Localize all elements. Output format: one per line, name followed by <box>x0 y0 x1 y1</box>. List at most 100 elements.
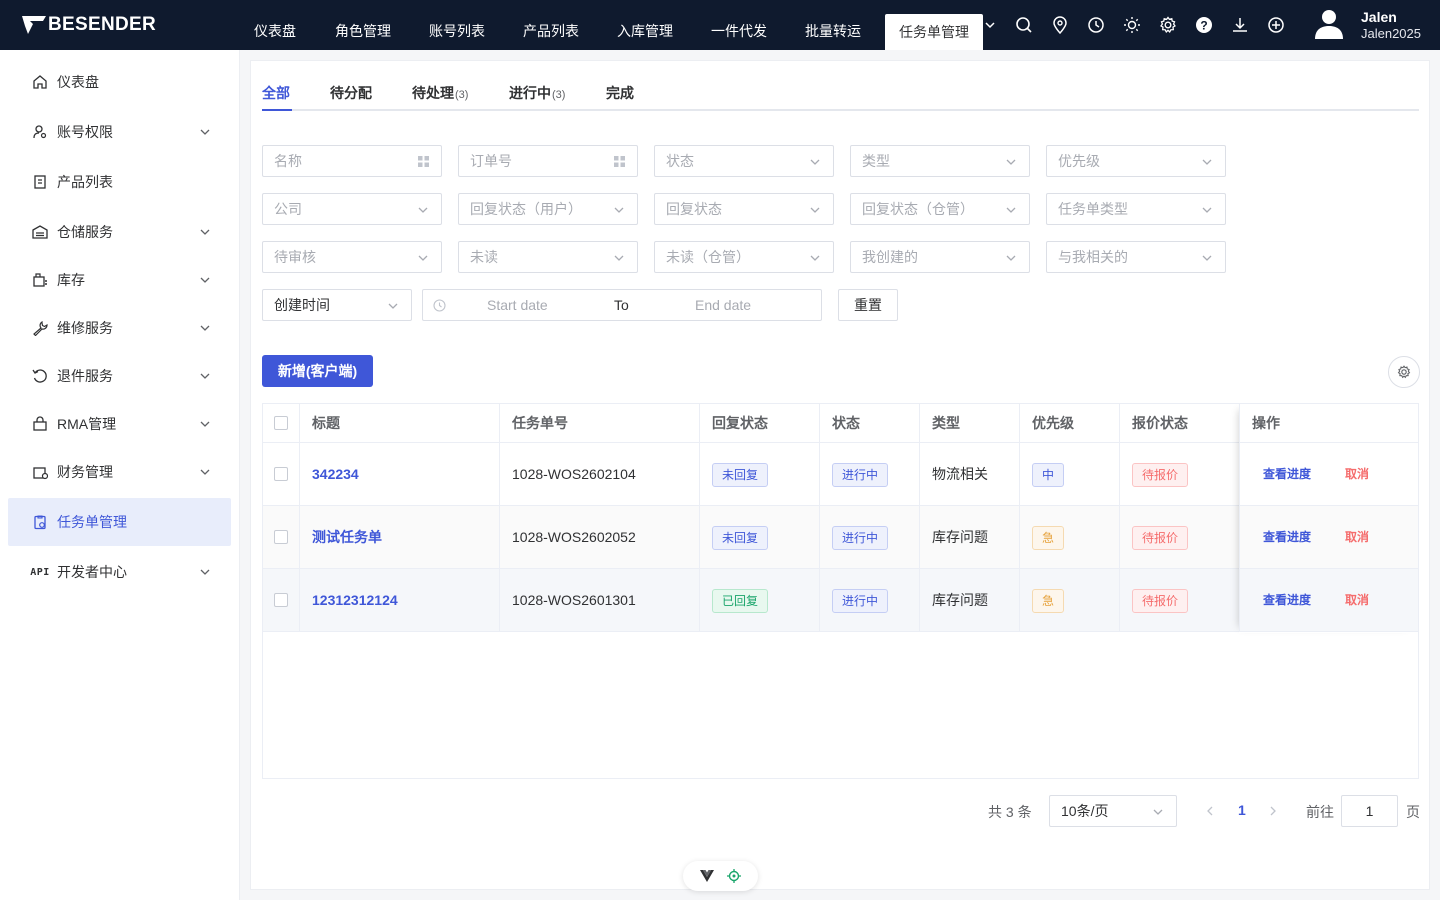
nav-accounts[interactable]: 账号列表 <box>429 0 485 50</box>
history-icon[interactable] <box>1087 16 1105 34</box>
brand-name: BESENDER <box>48 14 156 35</box>
time-field-select[interactable]: 创建时间 <box>262 289 412 321</box>
user-id: Jalen2025 <box>1361 26 1421 41</box>
grid-icon <box>614 156 625 167</box>
filter-priority-select[interactable]: 优先级 <box>1046 145 1226 177</box>
sidebar: 仪表盘 账号权限 产品列表 仓储服务 库存 维修服务 退件服务 RMA管理 财务… <box>0 50 240 900</box>
active-tab-indicator <box>262 109 292 111</box>
sidebar-item-returns[interactable]: 退件服务 <box>8 352 231 400</box>
type-cell: 库存问题 <box>920 506 1020 568</box>
chevron-down-icon <box>1153 809 1163 815</box>
sidebar-item-rma[interactable]: RMA管理 <box>8 400 231 448</box>
filter-reply-status-warehouse-select[interactable]: 回复状态（仓管） <box>850 193 1030 225</box>
user-key-icon <box>31 123 49 141</box>
floating-toolbar[interactable] <box>683 861 758 891</box>
tab-in-progress[interactable]: 进行中(3) <box>509 83 565 103</box>
next-page-icon[interactable] <box>1267 805 1279 817</box>
select-all-checkbox[interactable] <box>274 416 288 430</box>
nav-roles[interactable]: 角色管理 <box>335 0 391 50</box>
filter-status-select[interactable]: 状态 <box>654 145 834 177</box>
task-title-link[interactable]: 测试任务单 <box>312 529 382 545</box>
nav-products[interactable]: 产品列表 <box>523 0 579 50</box>
reset-button[interactable]: 重置 <box>838 289 898 321</box>
goto-page-input[interactable]: 1 <box>1341 795 1398 827</box>
chevron-down-icon <box>200 129 210 135</box>
sidebar-item-finance[interactable]: 财务管理 <box>8 448 231 496</box>
sidebar-item-label: 维修服务 <box>57 320 113 336</box>
add-client-task-button[interactable]: 新增(客户端) <box>262 355 373 387</box>
page-size-select[interactable]: 10条/页 <box>1049 795 1177 827</box>
tab-unassigned[interactable]: 待分配 <box>330 83 372 103</box>
sidebar-item-account-permissions[interactable]: 账号权限 <box>8 108 231 156</box>
col-task-no[interactable]: 任务单号 <box>500 404 700 443</box>
tab-pending[interactable]: 待处理(3) <box>412 83 468 103</box>
sidebar-item-label: 开发者中心 <box>57 564 127 580</box>
nav-dropship[interactable]: 一件代发 <box>711 0 767 50</box>
filter-unread-select[interactable]: 未读 <box>458 241 638 273</box>
start-date-input[interactable]: Start date <box>487 297 548 313</box>
nav-batch-transfer[interactable]: 批量转运 <box>805 0 861 50</box>
date-range-picker[interactable]: Start date To End date <box>422 289 822 321</box>
row-checkbox[interactable] <box>274 530 288 544</box>
vue-logo-icon[interactable] <box>699 870 714 882</box>
warehouse-icon <box>31 223 49 241</box>
row-checkbox[interactable] <box>274 593 288 607</box>
sidebar-item-label: 产品列表 <box>57 174 113 190</box>
filter-name-input[interactable]: 名称 <box>262 145 442 177</box>
search-icon[interactable] <box>1015 16 1033 34</box>
filter-type-select[interactable]: 类型 <box>850 145 1030 177</box>
tab-all[interactable]: 全部 <box>262 83 290 103</box>
column-settings-button[interactable] <box>1388 356 1420 388</box>
filter-unread-warehouse-select[interactable]: 未读（仓管） <box>654 241 834 273</box>
sidebar-item-inventory[interactable]: 库存 <box>8 256 231 304</box>
sidebar-item-task-orders[interactable]: 任务单管理 <box>8 498 231 546</box>
nav-task-orders[interactable]: 任务单管理 <box>885 14 983 50</box>
row-checkbox[interactable] <box>274 467 288 481</box>
filter-created-by-me-select[interactable]: 我创建的 <box>850 241 1030 273</box>
range-separator: To <box>614 297 629 313</box>
type-cell: 物流相关 <box>920 443 1020 505</box>
page-number-current[interactable]: 1 <box>1238 802 1246 818</box>
prev-page-icon[interactable] <box>1204 805 1216 817</box>
task-no-cell: 1028-WOS2602052 <box>500 506 700 568</box>
col-status[interactable]: 状态 <box>820 404 920 443</box>
chevron-down-icon <box>388 303 398 309</box>
help-icon[interactable]: ? <box>1195 16 1213 34</box>
sidebar-item-repair[interactable]: 维修服务 <box>8 304 231 352</box>
filter-reply-status-select[interactable]: 回复状态 <box>654 193 834 225</box>
theme-sun-icon[interactable] <box>1123 16 1141 34</box>
page-unit-label: 页 <box>1406 804 1420 820</box>
col-type[interactable]: 类型 <box>920 404 1020 443</box>
sidebar-item-warehouse[interactable]: 仓储服务 <box>8 208 231 256</box>
filter-pending-review-select[interactable]: 待审核 <box>262 241 442 273</box>
end-date-input[interactable]: End date <box>695 297 751 313</box>
sidebar-item-dashboard[interactable]: 仪表盘 <box>8 58 231 106</box>
sidebar-item-developer[interactable]: API 开发者中心 <box>8 548 231 596</box>
filter-task-type-select[interactable]: 任务单类型 <box>1046 193 1226 225</box>
filter-reply-status-user-select[interactable]: 回复状态（用户） <box>458 193 638 225</box>
nav-more-chevron-icon[interactable] <box>981 16 999 34</box>
filter-related-to-me-select[interactable]: 与我相关的 <box>1046 241 1226 273</box>
col-title[interactable]: 标题 <box>300 404 500 443</box>
filter-company-select[interactable]: 公司 <box>262 193 442 225</box>
sidebar-item-products[interactable]: 产品列表 <box>8 158 231 206</box>
nav-dashboard[interactable]: 仪表盘 <box>254 0 296 50</box>
grid-icon <box>418 156 429 167</box>
target-icon[interactable] <box>727 869 742 883</box>
col-priority[interactable]: 优先级 <box>1020 404 1120 443</box>
location-icon[interactable] <box>1051 16 1069 34</box>
add-circle-icon[interactable] <box>1267 16 1285 34</box>
tab-completed[interactable]: 完成 <box>606 83 634 103</box>
settings-gear-icon[interactable] <box>1159 16 1177 34</box>
chevron-down-icon <box>418 255 428 261</box>
filter-order-no-input[interactable]: 订单号 <box>458 145 638 177</box>
chevron-down-icon <box>200 569 210 575</box>
task-title-link[interactable]: 342234 <box>312 466 359 482</box>
col-reply-status[interactable]: 回复状态 <box>700 404 820 443</box>
col-quote-status[interactable]: 报价状态 <box>1120 404 1240 443</box>
download-icon[interactable] <box>1231 16 1249 34</box>
avatar-icon <box>1315 10 1343 39</box>
nav-inbound[interactable]: 入库管理 <box>617 0 673 50</box>
brand-logo[interactable]: BESENDER <box>22 10 156 40</box>
task-title-link[interactable]: 12312312124 <box>312 592 398 608</box>
